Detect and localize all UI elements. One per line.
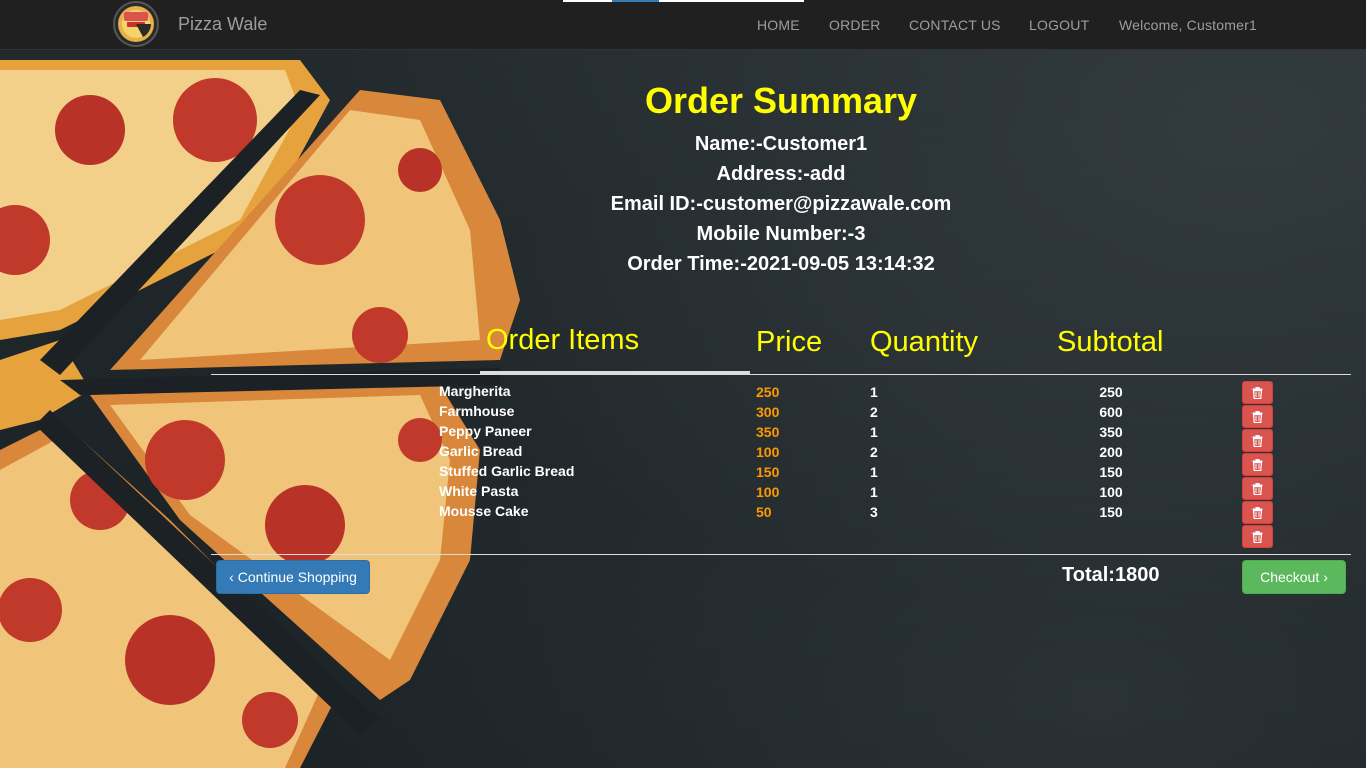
item-name: Mousse Cake: [439, 503, 529, 519]
item-subtotal: 200: [1099, 444, 1123, 460]
item-quantity: 3: [870, 504, 878, 520]
delete-item-button[interactable]: [1242, 381, 1273, 404]
item-name: Stuffed Garlic Bread: [439, 463, 575, 479]
item-price: 100: [756, 444, 780, 460]
item-quantity: 1: [870, 384, 878, 400]
trash-icon: [1252, 434, 1263, 447]
trash-icon: [1252, 386, 1263, 399]
chevron-left-icon: ‹: [229, 569, 234, 585]
nav-order[interactable]: ORDER: [829, 17, 881, 33]
item-subtotal: 150: [1099, 464, 1123, 480]
header-order-items: Order Items: [486, 324, 640, 356]
item-quantity: 1: [870, 484, 878, 500]
trash-icon: [1252, 482, 1263, 495]
item-price: 350: [756, 424, 780, 440]
item-quantity: 2: [870, 404, 878, 420]
nav-home[interactable]: HOME: [757, 17, 800, 33]
brand-name[interactable]: Pizza Wale: [178, 14, 267, 35]
item-name: Margherita: [439, 383, 511, 399]
trash-icon: [1252, 458, 1263, 471]
item-subtotal: 250: [1099, 384, 1123, 400]
trash-icon: [1252, 506, 1263, 519]
order-time: Order Time:-2021-09-05 13:14:32: [627, 253, 935, 275]
delete-item-button[interactable]: [1242, 525, 1273, 548]
navbar: Pizza Wale HOME ORDER CONTACT US LOGOUT …: [0, 0, 1366, 50]
item-subtotal: 150: [1099, 504, 1123, 520]
delete-item-button[interactable]: [1242, 501, 1273, 524]
item-name: White Pasta: [439, 483, 519, 499]
item-price: 100: [756, 484, 780, 500]
continue-shopping-label: Continue Shopping: [237, 569, 357, 585]
item-name: Farmhouse: [439, 403, 515, 419]
header-price: Price: [756, 326, 823, 358]
item-name: Garlic Bread: [439, 443, 523, 459]
item-name: Peppy Paneer: [439, 423, 532, 439]
checkout-label: Checkout: [1260, 569, 1320, 585]
loading-bar-segment: [612, 0, 659, 2]
trash-icon: [1252, 530, 1263, 543]
item-subtotal: 600: [1099, 404, 1123, 420]
trash-icon: [1252, 410, 1263, 423]
item-price: 300: [756, 404, 780, 420]
item-price: 250: [756, 384, 780, 400]
pizza-logo[interactable]: [113, 1, 159, 47]
item-subtotal: 350: [1099, 424, 1123, 440]
customer-name: Name:-Customer1: [694, 133, 868, 155]
nav-logout[interactable]: LOGOUT: [1029, 17, 1089, 33]
logo-icon: [118, 6, 154, 42]
delete-item-button[interactable]: [1242, 429, 1273, 452]
item-quantity: 1: [870, 424, 878, 440]
order-total: Total:1800: [1062, 564, 1160, 586]
table-bottom-divider: [211, 554, 1351, 555]
page-title: Order Summary: [644, 80, 918, 121]
continue-shopping-button[interactable]: ‹ Continue Shopping: [216, 560, 370, 594]
nav-contact-us[interactable]: CONTACT US: [909, 17, 1001, 33]
delete-item-button[interactable]: [1242, 453, 1273, 476]
delete-item-button[interactable]: [1242, 477, 1273, 500]
header-quantity: Quantity: [870, 326, 978, 358]
header-subtotal: Subtotal: [1057, 326, 1164, 358]
chevron-right-icon: ›: [1323, 569, 1328, 585]
item-price: 50: [756, 504, 772, 520]
item-quantity: 2: [870, 444, 878, 460]
nav-welcome[interactable]: Welcome, Customer1: [1119, 17, 1257, 33]
delete-item-button[interactable]: [1242, 405, 1273, 428]
loading-bar-segment: [659, 0, 804, 2]
item-subtotal: 100: [1099, 484, 1123, 500]
item-quantity: 1: [870, 464, 878, 480]
checkout-button[interactable]: Checkout ›: [1242, 560, 1346, 594]
item-price: 150: [756, 464, 780, 480]
customer-address: Address:-add: [716, 163, 846, 185]
loading-bar-segment: [563, 0, 612, 2]
table-top-divider: [211, 374, 1351, 375]
customer-email: Email ID:-customer@pizzawale.com: [610, 193, 952, 215]
customer-mobile: Mobile Number:-3: [696, 223, 866, 245]
